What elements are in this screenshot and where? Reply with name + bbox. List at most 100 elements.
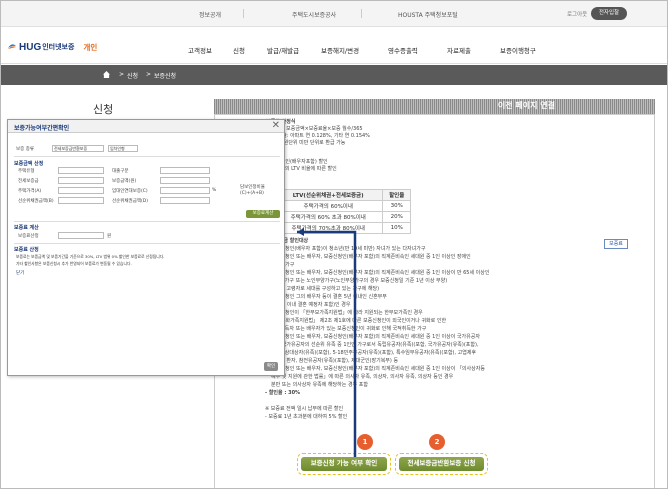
landlord-guarantee-input[interactable] xyxy=(160,187,210,194)
divider xyxy=(243,9,244,18)
calculate-fee-button[interactable]: 보증료계산 xyxy=(246,210,280,218)
table-cell: 20% xyxy=(382,211,411,223)
ltv-label: 담보인정비율 xyxy=(240,185,265,190)
field-label: 선순위채권금액(D) xyxy=(112,199,148,204)
divider xyxy=(14,221,280,222)
table-row: 주택가격의 70%초과 80%이내 10% xyxy=(272,222,411,234)
fee-label: 보증료산정 xyxy=(18,234,39,239)
fee-result-input xyxy=(58,232,104,239)
field-label: 대출구분 xyxy=(112,169,129,174)
fee-button[interactable]: 보증료 xyxy=(604,239,628,249)
topbar-link-housta[interactable]: HOUSTA 주택청보포털 xyxy=(398,10,458,19)
house-type-select[interactable] xyxy=(58,167,104,174)
nav-item-customer-info[interactable]: 고객정보 xyxy=(188,45,212,55)
guarantee-amount-input[interactable] xyxy=(160,177,210,184)
senior-debt-input[interactable] xyxy=(58,197,104,204)
discount-item: 4. 보증신청인 또는 배우자, 보증신청인(배우자 포함)의 직계존비속인 세… xyxy=(265,270,490,276)
lump-sum-discount: ※ 보증료 전액 일시 납부에 따른 할인 xyxy=(265,406,344,412)
table-cell: 주택가격의 70%초과 80%이내 xyxy=(272,222,384,234)
hug-logo[interactable]: HUG 인터넷보증 개인 xyxy=(7,40,97,54)
hug-logo-icon xyxy=(7,42,17,52)
main-navigation: HUG 인터넷보증 개인 고객정보 신청 발급/재발급 보증해지/변경 영수증출… xyxy=(1,28,667,64)
nav-item-submit-docs[interactable]: 자료제출 xyxy=(447,45,471,55)
breadcrumb-item-apply[interactable]: 신청 xyxy=(127,71,138,80)
nav-item-claim[interactable]: 보증이행청구 xyxy=(500,45,536,55)
discount-item: 이상인 고령자로 세대를 구성하고 있는 가구에 해당) xyxy=(271,286,380,292)
fee-unit: 원 xyxy=(107,234,112,239)
discount-item: 분만 또는 의사상자 유족에 해당하는 경우 포함 xyxy=(271,382,368,388)
discount-item: 고령자가구 또는 노인부양가구(노인부양가구의 경우 보증신청일 기준 1년 이… xyxy=(271,278,448,284)
home-icon[interactable] xyxy=(103,71,110,80)
table-row: 주택가격의 60%이내 30% xyxy=(272,200,411,212)
field-label: 선순위채권금액(B) xyxy=(18,199,54,204)
e-bidding-button[interactable]: 전자입찰 xyxy=(591,7,627,20)
topbar-link-disclosure[interactable]: 정보공개 xyxy=(199,10,221,19)
nav-item-apply[interactable]: 신청 xyxy=(233,45,245,55)
table-header: 할인율 xyxy=(382,189,411,201)
eligibility-check-popup: 보증가능여부간편확인 ✕ 보증 종류 전세보증금반환보증 임차인형 보증금액 산… xyxy=(7,119,285,376)
apply-guarantee-highlight: 전세보증금반환보증 신청 xyxy=(395,453,488,475)
discount-item: 8. 보증신청인 또는 배우자, 보증신청인(배우자 포함)의 직계존비속인 세… xyxy=(265,334,480,340)
divider xyxy=(361,9,362,18)
discount-item: 또는 국가유공자의 선순위 유족 중 1인인 가구로서 독립유공자(유족)(포함… xyxy=(271,342,479,348)
section-personal[interactable]: 개인 xyxy=(83,42,97,53)
page-title: 신청 xyxy=(93,103,114,116)
ltv-discount-table: LTV(선순위채권+전세보증금) 할인율 주택가격의 60%이내 30% 주택가… xyxy=(272,189,411,234)
guarantee-subtype-select[interactable]: 임차인형 xyxy=(108,145,138,152)
senior-debt-d-input[interactable] xyxy=(160,197,210,204)
section-fee-calc: 보증료 계산 xyxy=(14,225,39,231)
nav-item-issue[interactable]: 발급/재발급 xyxy=(267,45,299,55)
table-cell: 주택가격의 60% 초과 80%이내 xyxy=(272,211,384,223)
divider xyxy=(14,156,280,157)
percent-unit: % xyxy=(212,188,217,193)
section-amount: 보증금액 산정 xyxy=(14,161,44,167)
discount-item: 예우 및 지원에 관한 법률」에 따른 의사자 유족, 의상자, 의사자 유족,… xyxy=(271,374,454,380)
discount-item: 2. 보증신청인 또는 배우자, 보증신청인(배우자 포함)의 직계존비속인 세… xyxy=(265,254,471,260)
table-cell: 30% xyxy=(382,200,411,212)
step-badge-2: 2 xyxy=(429,434,445,450)
field-label: 임대인연대보증(C) xyxy=(112,189,148,194)
chevron-right-icon: > xyxy=(146,71,152,78)
field-label: 주택유형 xyxy=(18,169,35,174)
table-cell: 주택가격의 60%이내 xyxy=(272,200,384,212)
table-cell: 10% xyxy=(382,222,411,234)
breadcrumb: > 신청 > 보증신청 xyxy=(1,65,667,85)
field-label: 전세보증금 xyxy=(18,179,39,184)
discount-item: 9. 보증신청인 또는 배우자, 보증신청인(배우자 포함)의 직계존비속인 세… xyxy=(265,366,485,372)
close-link[interactable]: 닫기 xyxy=(16,270,24,276)
loan-type-select[interactable] xyxy=(160,167,210,174)
discount-item: 1. 보증신청인(배우자 포함)이 청소년(만 19세 미만) 자녀가 있는 다… xyxy=(265,246,426,252)
nav-item-cancel-change[interactable]: 보증해지/변경 xyxy=(321,45,359,55)
content-ribbon: 이전 페이지 연결 xyxy=(214,99,655,114)
apply-guarantee-button[interactable]: 전세보증금반환보증 신청 xyxy=(399,457,484,471)
discount-item: 유의증 환자, 참전유공자(유족)(포함), 제대군인(장기복무) 등 xyxy=(271,358,399,364)
discount-item: 6. 보증신청인이 「한부모가족지원법」에 따라 지원되는 한부모가족인 경우 xyxy=(265,310,423,316)
guarantee-type-select[interactable]: 전세보증금반환보증 xyxy=(52,145,104,152)
page-root: { "topbar": { "links": ["정보공개", "주택도시보증공… xyxy=(0,0,668,489)
section-fee-basis: 보증료 산정 xyxy=(14,247,39,253)
check-eligibility-highlight: 보증신청 가능 여부 확인 xyxy=(297,453,391,475)
guarantee-type-label: 보증 종류 xyxy=(16,147,34,152)
fee-note: 기타 할인사항은 보증신청시 추가 반영되어 보증료가 변동될 수 있습니다. xyxy=(16,261,132,266)
discount-rate: - 할인율 : 30% xyxy=(265,390,301,396)
topbar-link-hug[interactable]: 주택도시보증공사 xyxy=(292,10,336,19)
logout-link[interactable]: 로그아웃 xyxy=(567,10,587,18)
brand-sub: 인터넷보증 xyxy=(42,43,75,51)
breadcrumb-item-current: 보증신청 xyxy=(154,73,177,80)
field-label: 보증금액(원) xyxy=(112,179,137,184)
brand-name: HUG xyxy=(19,41,42,53)
deposit-input[interactable] xyxy=(58,177,104,184)
discount-item: 7. 「다문화가족지원법」 제2조 제1호에 따른 보증신청인이 외국인이거나 … xyxy=(265,318,447,324)
chevron-right-icon: > xyxy=(119,71,125,78)
house-price-input[interactable] xyxy=(58,187,104,194)
discount-item: 국적취득자 또는 배우자가 있는 보증신청인이 귀화로 인해 국적취득한 가구 xyxy=(271,326,427,332)
confirm-button[interactable]: 확인 xyxy=(264,362,278,371)
nav-item-receipt[interactable]: 영수증출력 xyxy=(388,45,418,55)
check-eligibility-button[interactable]: 보증신청 가능 여부 확인 xyxy=(301,457,387,471)
divider xyxy=(14,243,280,244)
ltv-formula: (C)+(A+B) xyxy=(240,191,264,196)
popup-titlebar: 보증가능여부간편확인 ✕ xyxy=(8,120,284,133)
close-icon[interactable]: ✕ xyxy=(272,121,280,131)
table-header: LTV(선순위채권+전세보증금) xyxy=(272,189,384,201)
top-utility-bar: 정보공개 주택도시보증공사 HOUSTA 주택청보포털 로그아웃 전자입찰 xyxy=(1,1,667,27)
